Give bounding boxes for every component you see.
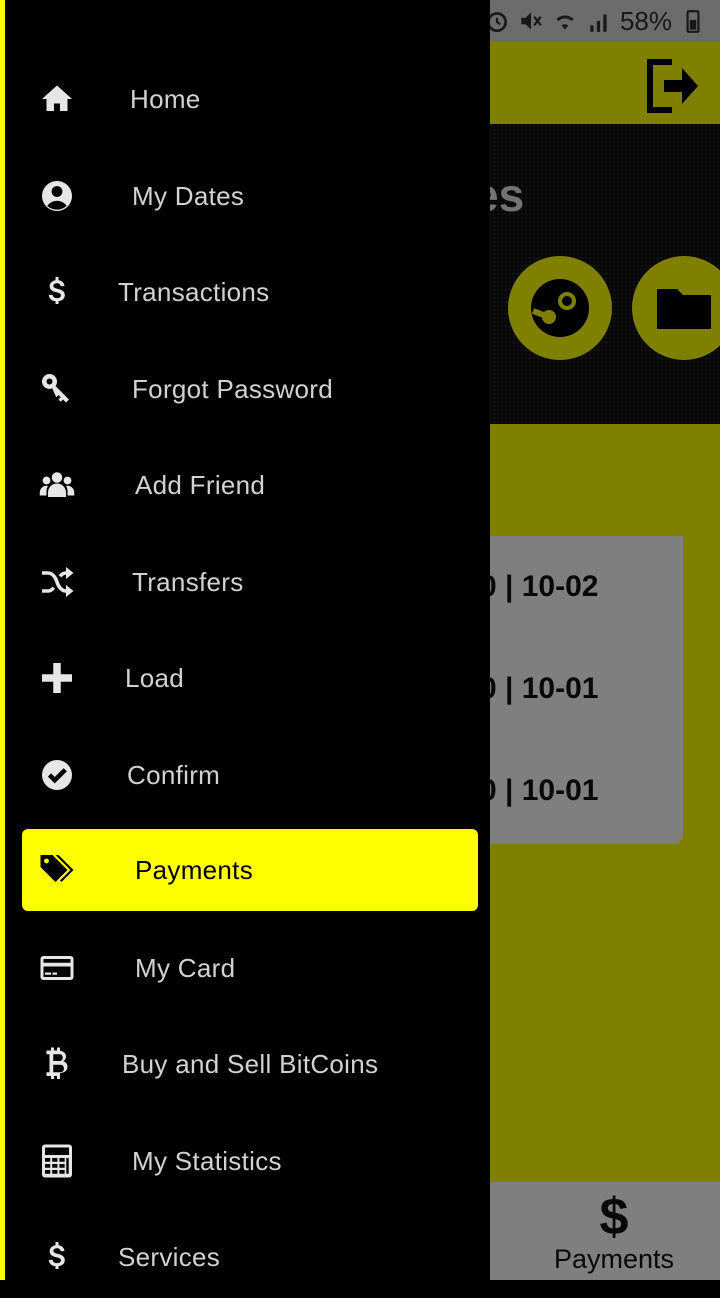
shuffle-icon: [37, 562, 77, 602]
menu-item-bitcoins[interactable]: Buy and Sell BitCoins: [22, 1023, 478, 1105]
menu-item-label: Payments: [135, 855, 254, 885]
dollar-icon: [37, 272, 77, 312]
check-circle-icon: [37, 755, 77, 795]
menu-item-my-statistics[interactable]: My Statistics: [22, 1120, 478, 1202]
menu-item-label: My Card: [135, 953, 236, 983]
user-circle-icon: [37, 176, 77, 216]
menu-item-services[interactable]: Services: [22, 1216, 478, 1298]
tags-icon: [37, 850, 77, 890]
menu-item-confirm[interactable]: Confirm: [22, 734, 478, 816]
menu-item-my-card[interactable]: My Card: [22, 927, 478, 1009]
menu-item-add-friend[interactable]: Add Friend: [22, 444, 478, 526]
menu-item-label: Forgot Password: [132, 374, 334, 404]
home-icon: [37, 79, 77, 119]
menu-item-label: My Statistics: [132, 1146, 282, 1176]
menu-item-label: Transfers: [132, 567, 244, 597]
menu-item-forgot-password[interactable]: Forgot Password: [22, 348, 478, 430]
menu-item-label: Add Friend: [135, 470, 266, 500]
calculator-icon: [37, 1141, 77, 1181]
menu-item-label: Buy and Sell BitCoins: [122, 1049, 379, 1079]
menu-item-label: My Dates: [132, 181, 245, 211]
menu-item-label: Home: [130, 84, 201, 114]
key-icon: [37, 369, 77, 409]
menu-item-label: Load: [125, 663, 185, 693]
menu-item-label: Services: [118, 1242, 221, 1272]
menu-item-my-dates[interactable]: My Dates: [22, 155, 478, 237]
navigation-drawer: Home My Dates Transactions Forgot Passwo…: [0, 0, 490, 1280]
menu-item-label: Transactions: [118, 277, 270, 307]
menu-item-transfers[interactable]: Transfers: [22, 541, 478, 623]
menu-item-transactions[interactable]: Transactions: [22, 251, 478, 333]
bitcoin-icon: [37, 1044, 77, 1084]
menu-item-payments[interactable]: Payments: [22, 829, 478, 911]
dollar-icon: [37, 1237, 77, 1277]
credit-card-icon: [37, 948, 77, 988]
plus-icon: [37, 658, 77, 698]
menu-item-home[interactable]: Home: [22, 58, 478, 140]
users-icon: [37, 465, 77, 505]
menu-item-label: Confirm: [127, 760, 221, 790]
menu-item-load[interactable]: Load: [22, 637, 478, 719]
